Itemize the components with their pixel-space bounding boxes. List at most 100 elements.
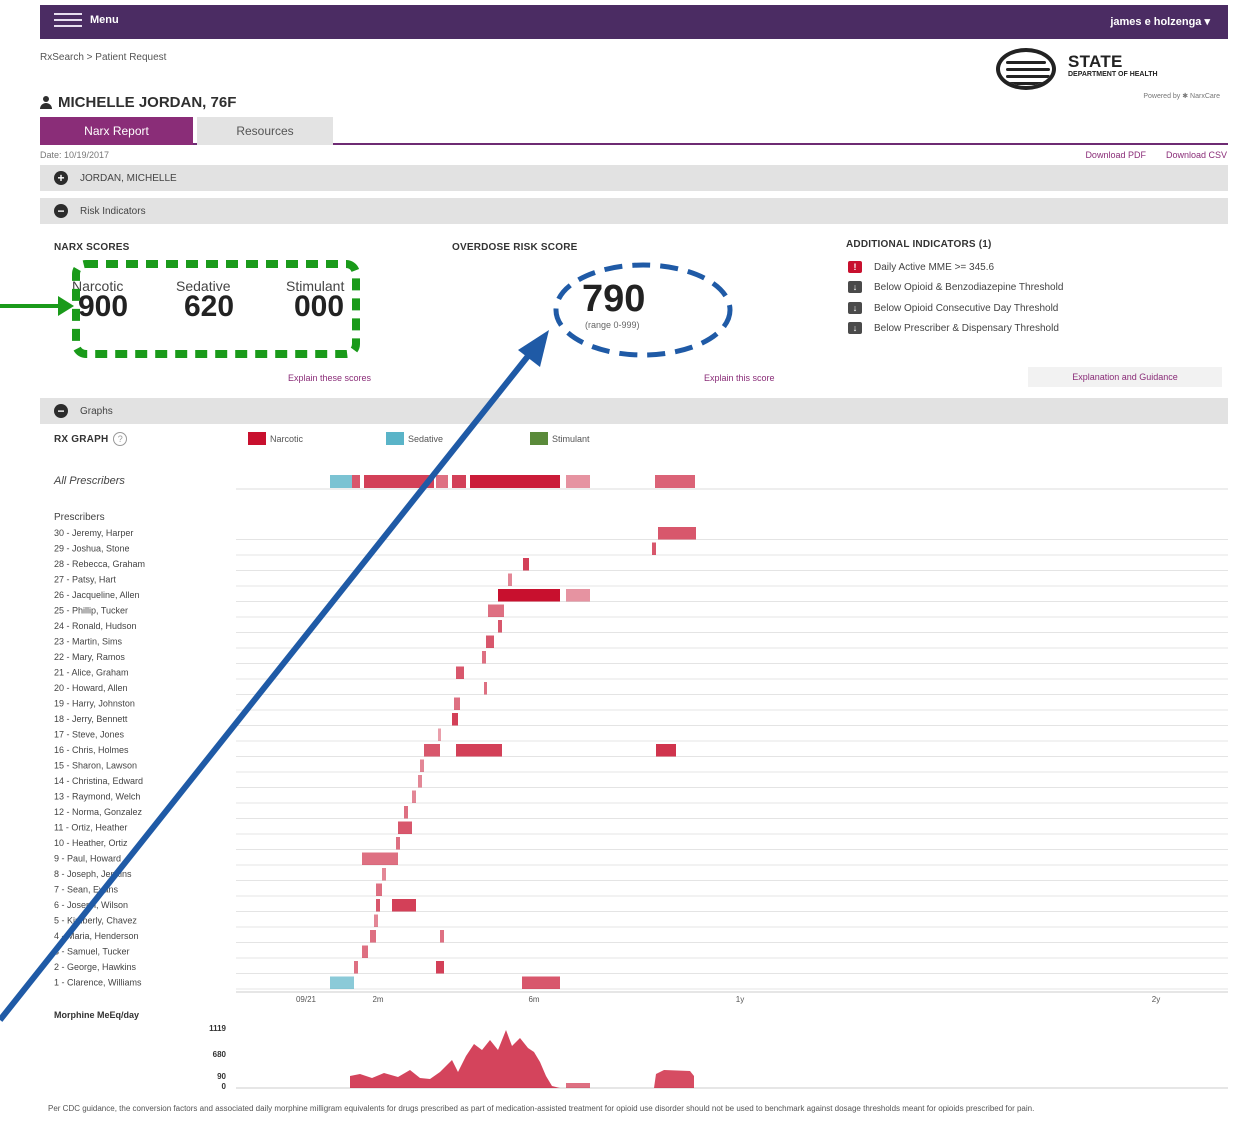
legend-label: Stimulant: [552, 433, 590, 444]
prescriber-label: 18 - Jerry, Bennett: [54, 714, 128, 724]
user-menu[interactable]: james e holzenga ▾: [1110, 15, 1210, 28]
prescription-bar: [656, 744, 676, 757]
indicator-item: ↓ Below Prescriber & Dispensary Threshold: [848, 322, 1059, 334]
prescriber-label: 30 - Jeremy, Harper: [54, 528, 133, 538]
logo-state-name: STATE: [1068, 52, 1123, 71]
state-logo: STATE DEPARTMENT OF HEALTH Powered by ✱ …: [996, 48, 1228, 100]
x-tick-label: 6m: [528, 995, 539, 1004]
prescriber-label: 5 - Kimberly, Chavez: [54, 916, 137, 926]
prescription-bar: [420, 759, 424, 772]
all-prescribers-label: All Prescribers: [53, 475, 125, 487]
mme-tick-label: 0: [222, 1082, 227, 1091]
prescription-bar: [440, 930, 444, 943]
prescriber-label: 13 - Raymond, Welch: [54, 792, 140, 802]
legend-stimulant[interactable]: Stimulant: [530, 432, 590, 445]
download-links: Download PDF Download CSV: [1085, 150, 1227, 160]
legend-label: Sedative: [408, 433, 444, 444]
patient-name: MICHELLE JORDAN, 76F: [58, 94, 237, 111]
prescription-bar: [364, 475, 434, 488]
explain-score-link[interactable]: Explain this score: [704, 373, 775, 383]
prescription-bar: [412, 790, 416, 803]
logo-department: DEPARTMENT OF HEALTH: [1068, 71, 1158, 78]
graphs-section-header[interactable]: − Graphs: [40, 398, 1228, 424]
x-tick-label: 2m: [372, 995, 383, 1004]
legend-sedative[interactable]: Sedative: [386, 432, 443, 445]
indicator-item: ↓ Below Opioid & Benzodiazepine Threshold: [848, 281, 1063, 293]
prescriber-label: 4 - Maria, Henderson: [54, 931, 139, 941]
prescription-bar: [392, 899, 416, 912]
prescriber-label: 17 - Steve, Jones: [54, 730, 125, 740]
prescription-bar: [362, 852, 398, 865]
prescription-bar: [522, 976, 560, 989]
blue-arrow-shaft: [0, 344, 539, 1022]
prescriber-label: 3 - Samuel, Tucker: [54, 947, 130, 957]
prescription-bar: [484, 682, 487, 695]
prescription-bar: [330, 475, 352, 488]
explain-scores-link[interactable]: Explain these scores: [288, 373, 371, 383]
prescription-bar: [370, 930, 376, 943]
checkbox-icon[interactable]: [530, 432, 548, 445]
sedative-score-value: 620: [184, 290, 235, 323]
help-icon[interactable]: ?: [113, 432, 128, 446]
cdc-footnote: Per CDC guidance, the conversion factors…: [48, 1104, 1035, 1113]
person-icon: [40, 96, 52, 109]
prescriber-label: 19 - Harry, Johnston: [54, 699, 135, 709]
tab-resources[interactable]: Resources: [197, 117, 333, 145]
prescriber-label: 2 - George, Hawkins: [54, 962, 137, 972]
prescription-bar: [376, 883, 382, 896]
tab-narx-report[interactable]: Narx Report: [40, 117, 193, 145]
report-tabs: Narx Report Resources: [40, 117, 1228, 145]
indicator-text: Below Opioid Consecutive Day Threshold: [874, 302, 1059, 314]
prescriber-label: 26 - Jacqueline, Allen: [54, 590, 140, 600]
x-tick-label: 2y: [1152, 995, 1160, 1004]
download-csv-link[interactable]: Download CSV: [1166, 150, 1227, 160]
prescription-bar: [404, 806, 408, 819]
risk-section-header[interactable]: − Risk Indicators: [40, 198, 1228, 224]
explanation-guidance-button[interactable]: Explanation and Guidance: [1028, 367, 1222, 387]
prescriber-label: 7 - Sean, Evans: [54, 885, 119, 895]
checkbox-icon[interactable]: [386, 432, 404, 445]
prescription-bar: [382, 868, 386, 881]
prescription-bar: [470, 475, 560, 488]
legend-narcotic[interactable]: Narcotic: [248, 432, 303, 445]
expand-plus-icon[interactable]: +: [54, 171, 68, 185]
legend-label: Narcotic: [270, 433, 304, 444]
mme-area: [350, 1030, 560, 1088]
prescription-bar: [652, 542, 656, 555]
breadcrumb[interactable]: RxSearch > Patient Request: [40, 52, 166, 63]
prescription-bar: [362, 945, 368, 958]
prescription-bar: [396, 837, 400, 850]
menu-button[interactable]: Menu: [54, 13, 119, 27]
collapse-minus-icon[interactable]: −: [54, 204, 68, 218]
prescriber-label: 25 - Phillip, Tucker: [54, 606, 128, 616]
patient-title: MICHELLE JORDAN, 76F: [40, 94, 236, 111]
prescription-bar: [456, 666, 464, 679]
prescriber-label: 6 - Joseph, Wilson: [54, 900, 128, 910]
arrow-down-icon: ↓: [848, 281, 862, 293]
prescriber-label: 21 - Alice, Graham: [54, 668, 129, 678]
top-nav-bar: Menu james e holzenga ▾: [40, 5, 1228, 39]
prescriber-label: 22 - Mary, Ramos: [54, 652, 125, 662]
mme-segment: [566, 1083, 590, 1088]
checkbox-icon[interactable]: [248, 432, 266, 445]
prescription-bar: [482, 651, 486, 664]
menu-label: Menu: [90, 14, 119, 26]
narcotic-score-value: 900: [78, 290, 129, 323]
download-pdf-link[interactable]: Download PDF: [1085, 150, 1146, 160]
collapse-minus-icon[interactable]: −: [54, 404, 68, 418]
prescriber-label: 28 - Rebecca, Graham: [54, 559, 145, 569]
blue-arrow-head: [518, 330, 549, 367]
prescription-bar: [456, 744, 502, 757]
powered-by: Powered by ✱ NarxCare: [1143, 93, 1220, 100]
prescription-bar: [436, 961, 444, 974]
prescriber-label: 15 - Sharon, Lawson: [54, 761, 137, 771]
prescription-bar: [508, 573, 512, 586]
prescription-bar: [452, 713, 458, 726]
prescription-bar: [418, 775, 422, 788]
prescriber-label: 10 - Heather, Ortiz: [54, 838, 128, 848]
patient-section-header[interactable]: + JORDAN, MICHELLE: [40, 165, 1228, 191]
overdose-risk-heading: OVERDOSE RISK SCORE: [452, 242, 578, 253]
prescription-bar: [330, 976, 354, 989]
prescription-bar: [486, 635, 494, 648]
prescription-bar: [438, 728, 441, 741]
